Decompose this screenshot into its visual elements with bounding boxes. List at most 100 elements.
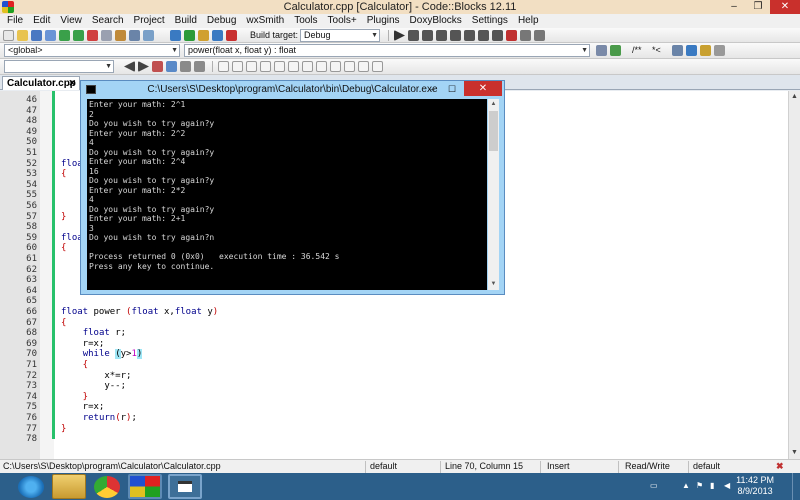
network-icon[interactable]: ▮ — [710, 481, 714, 490]
paste-icon[interactable] — [115, 30, 126, 41]
console-minimize-button[interactable]: – — [422, 82, 442, 96]
jump-icon[interactable] — [596, 45, 607, 56]
run-chm-icon[interactable] — [700, 45, 711, 56]
find-icon[interactable] — [129, 30, 140, 41]
run-to-cursor-icon[interactable] — [408, 30, 419, 41]
build-target-select[interactable]: Debug ▼ — [300, 29, 380, 42]
flag-icon[interactable]: ⚑ — [696, 481, 703, 490]
menu-plugins[interactable]: Plugins — [362, 14, 405, 28]
console-maximize-button[interactable]: ☐ — [442, 82, 462, 96]
scope-select[interactable]: <global> ▼ — [4, 44, 180, 57]
undo-icon[interactable] — [59, 30, 70, 41]
editor-scrollbar[interactable]: ▲ ▼ — [788, 91, 800, 459]
run-icon[interactable] — [184, 30, 195, 41]
build-gear-icon[interactable] — [170, 30, 181, 41]
code-line[interactable]: 74 } — [0, 392, 788, 403]
html-link-icon[interactable] — [330, 61, 341, 72]
redo-icon[interactable] — [73, 30, 84, 41]
codeblocks-taskbar-icon[interactable] — [128, 474, 162, 499]
new-file-icon[interactable] — [3, 30, 14, 41]
line-comment-button[interactable]: *< — [652, 45, 661, 55]
html-paragraph-icon[interactable] — [372, 61, 383, 72]
save-icon[interactable] — [31, 30, 42, 41]
html-anchor-icon[interactable] — [358, 61, 369, 72]
code-line[interactable]: 71 { — [0, 360, 788, 371]
html-italic-icon[interactable] — [232, 61, 243, 72]
scroll-down-icon[interactable]: ▼ — [789, 447, 800, 459]
html-sup-icon[interactable] — [288, 61, 299, 72]
menu-view[interactable]: View — [55, 14, 87, 28]
debug-windows-icon[interactable] — [520, 30, 531, 41]
console-window[interactable]: C:\Users\S\Desktop\program\Calculator\bi… — [80, 80, 505, 295]
code-line[interactable]: 77} — [0, 424, 788, 435]
code-line[interactable]: 72 x*=r; — [0, 371, 788, 382]
scroll-thumb[interactable] — [489, 111, 498, 151]
code-line[interactable]: 67 { — [0, 318, 788, 329]
chrome-icon[interactable] — [94, 476, 120, 498]
console-title-bar[interactable]: C:\Users\S\Desktop\program\Calculator\bi… — [81, 81, 504, 98]
internet-explorer-icon[interactable] — [18, 476, 44, 498]
minimize-button[interactable]: – — [722, 0, 746, 14]
rebuild-icon[interactable] — [212, 30, 223, 41]
code-line[interactable]: 66 float power (float x,float y) — [0, 307, 788, 318]
copy-icon[interactable] — [101, 30, 112, 41]
clear-search-icon[interactable] — [152, 61, 163, 72]
file-explorer-icon[interactable] — [52, 474, 86, 499]
html-list-icon[interactable] — [302, 61, 313, 72]
function-select[interactable]: power(float x, float y) : float ▼ — [184, 44, 590, 57]
doxy-wizard-icon[interactable] — [610, 45, 621, 56]
close-tab-icon[interactable]: ✕ — [68, 77, 76, 90]
menu-settings[interactable]: Settings — [467, 14, 513, 28]
run-html-icon[interactable] — [686, 45, 697, 56]
preferences-icon[interactable] — [714, 45, 725, 56]
menu-project[interactable]: Project — [129, 14, 170, 28]
close-button[interactable]: ✕ — [770, 0, 800, 14]
options-icon[interactable] — [194, 61, 205, 72]
match-case-icon[interactable] — [166, 61, 177, 72]
menu-tools[interactable]: Tools — [289, 14, 322, 28]
menu-help[interactable]: Help — [513, 14, 544, 28]
menu-doxyblocks[interactable]: DoxyBlocks — [405, 14, 467, 28]
code-line[interactable]: 65 — [0, 296, 788, 307]
console-scrollbar[interactable]: ▲ ▼ — [488, 99, 499, 290]
taskbar-clock[interactable]: 11:42 PM 8/9/2013 — [736, 475, 774, 497]
search-input[interactable]: ▼ — [4, 60, 114, 73]
show-hidden-icons-icon[interactable]: ▲ — [682, 481, 690, 490]
code-line[interactable]: 76 return(r); — [0, 413, 788, 424]
stop-debugger-icon[interactable] — [506, 30, 517, 41]
debug-continue-icon[interactable] — [394, 30, 405, 41]
code-line[interactable]: 69 r=x; — [0, 339, 788, 350]
html-underline-icon[interactable] — [246, 61, 257, 72]
console-taskbar-icon[interactable] — [168, 474, 202, 499]
volume-icon[interactable]: ◀ — [724, 481, 730, 490]
html-sub-icon[interactable] — [274, 61, 285, 72]
step-into-icon[interactable] — [436, 30, 447, 41]
next-line-icon[interactable] — [422, 30, 433, 41]
menu-edit[interactable]: Edit — [28, 14, 55, 28]
code-line[interactable]: 73 y--; — [0, 381, 788, 392]
html-strike-icon[interactable] — [260, 61, 271, 72]
menu-debug[interactable]: Debug — [202, 14, 241, 28]
scroll-down-icon[interactable]: ▼ — [488, 279, 499, 290]
open-folder-icon[interactable] — [17, 30, 28, 41]
code-line[interactable]: 75 r=x; — [0, 402, 788, 413]
save-all-icon[interactable] — [45, 30, 56, 41]
abort-icon[interactable] — [226, 30, 237, 41]
find-previous-icon[interactable] — [124, 61, 135, 72]
menu-file[interactable]: File — [2, 14, 28, 28]
menu-tools-plus[interactable]: Tools+ — [323, 14, 362, 28]
restore-button[interactable]: ❐ — [746, 0, 770, 14]
html-table-icon[interactable] — [316, 61, 327, 72]
block-comment-button[interactable]: /** — [632, 45, 642, 55]
show-desktop-button[interactable] — [792, 473, 800, 500]
menu-build[interactable]: Build — [170, 14, 202, 28]
step-into-instruction-icon[interactable] — [478, 30, 489, 41]
tab-calculator-cpp[interactable]: Calculator.cpp ✕ — [2, 76, 80, 90]
code-line[interactable]: 68 float r; — [0, 328, 788, 339]
pause-icon[interactable] — [492, 30, 503, 41]
scroll-up-icon[interactable]: ▲ — [488, 99, 499, 110]
cut-icon[interactable] — [87, 30, 98, 41]
regex-icon[interactable] — [180, 61, 191, 72]
scroll-up-icon[interactable]: ▲ — [789, 91, 800, 103]
keyboard-icon[interactable]: ▭ — [650, 481, 658, 490]
